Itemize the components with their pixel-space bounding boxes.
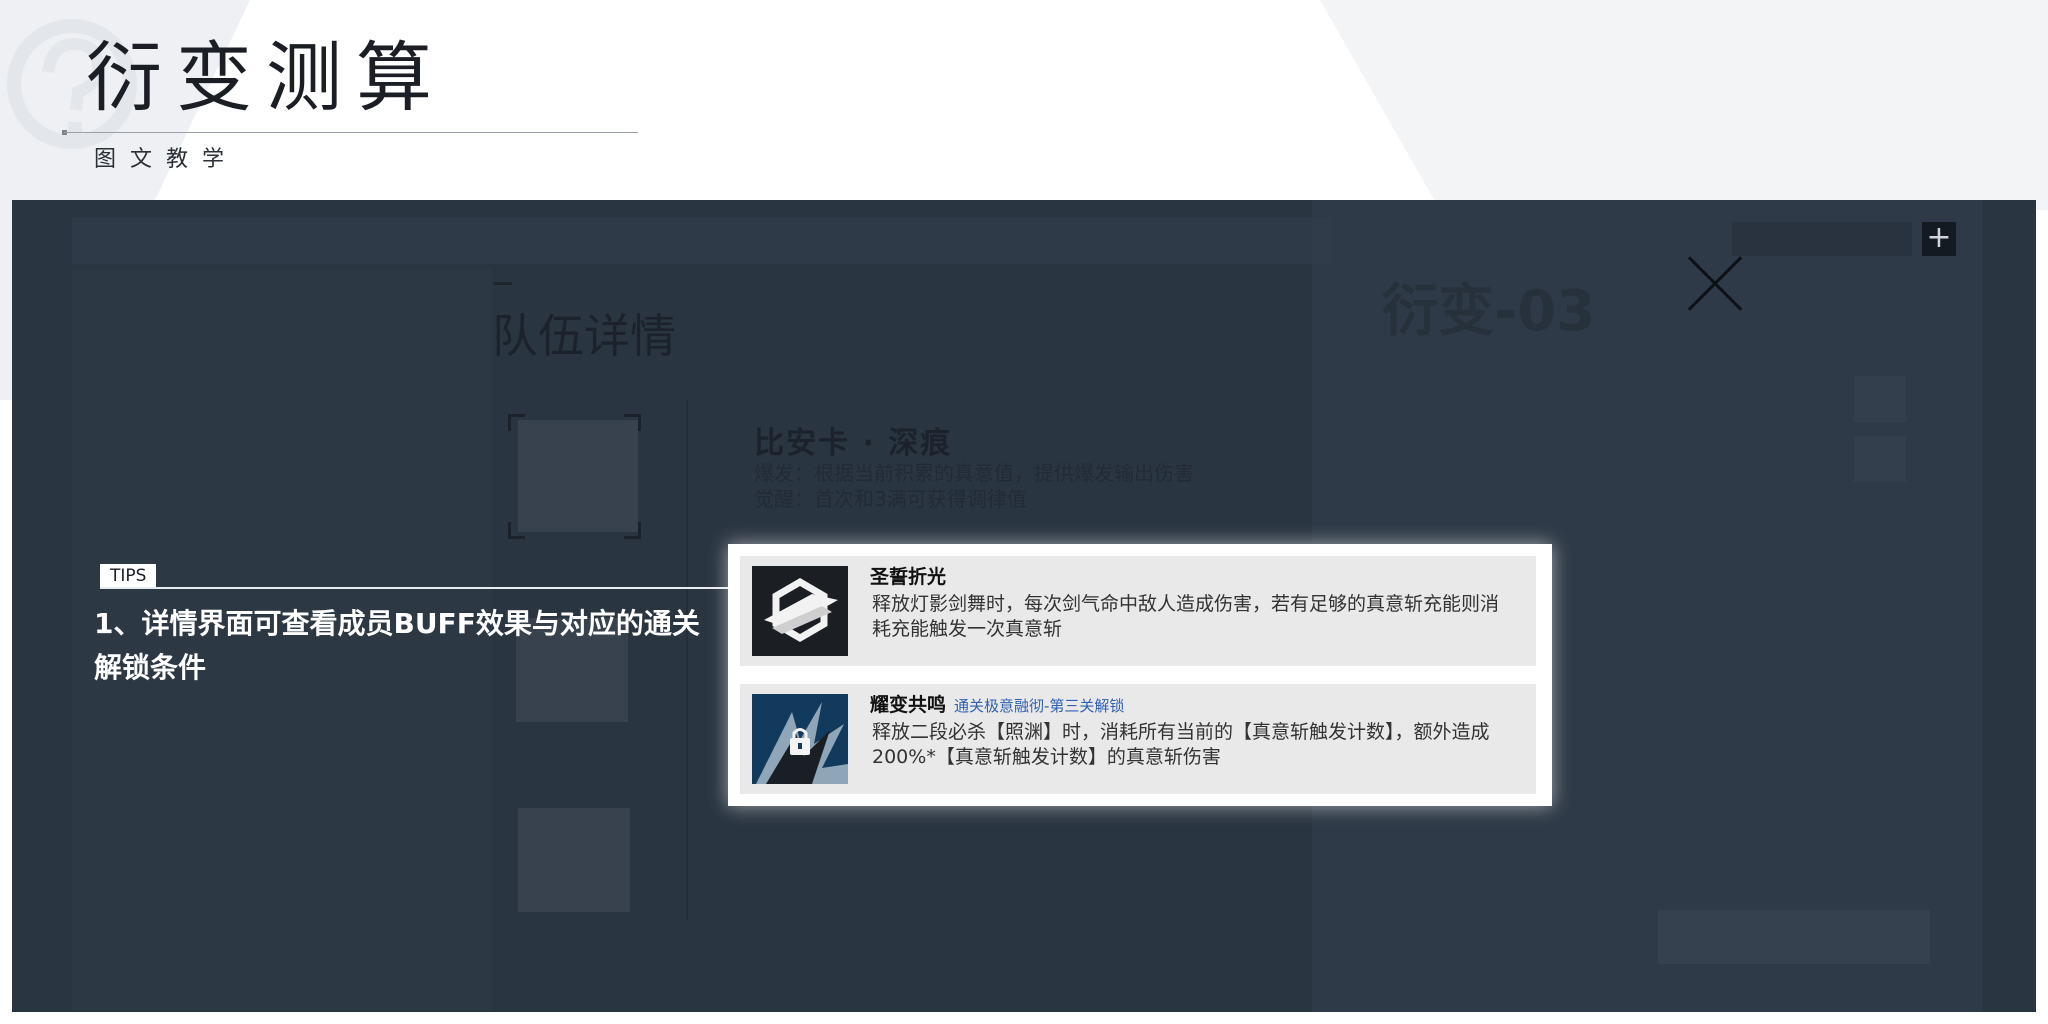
resource-counter bbox=[1732, 222, 1912, 256]
portrait-bracket-bl bbox=[508, 522, 525, 539]
member-portrait-1[interactable] bbox=[518, 420, 638, 532]
tips-tag: TIPS bbox=[100, 564, 157, 588]
add-button[interactable]: + bbox=[1922, 222, 1956, 256]
skill-title: 耀变共鸣 通关极意融彻-第三关解锁 bbox=[870, 690, 1124, 717]
member-desc-line: 爆发：根据当前积累的真意值，提供爆发输出伤害 bbox=[754, 461, 1194, 485]
skill-row[interactable]: 耀变共鸣 通关极意融彻-第三关解锁 释放二段必杀【照渊】时，消耗所有当前的【真意斩… bbox=[740, 684, 1536, 794]
member-portrait-3[interactable] bbox=[518, 808, 630, 912]
side-chip-1[interactable] bbox=[1854, 376, 1906, 422]
close-icon[interactable] bbox=[1684, 252, 1746, 314]
portrait-bracket-tl bbox=[508, 414, 525, 431]
tips-pointer-line bbox=[100, 587, 740, 589]
tips-text: 1、详情界面可查看成员BUFF效果与对应的通关解锁条件 bbox=[94, 607, 700, 684]
team-details-title: 队伍详情 bbox=[492, 309, 676, 363]
confirm-button[interactable] bbox=[1658, 910, 1930, 964]
background-shape-right bbox=[1320, 0, 2048, 210]
stage-label: 衍变-03 bbox=[1382, 279, 1596, 344]
team-title-accent bbox=[494, 282, 512, 285]
hexagon-light-icon bbox=[752, 566, 848, 656]
page-title: 衍变测算 bbox=[86, 33, 446, 122]
portrait-bracket-br bbox=[624, 522, 641, 539]
member-name: 比安卡 · 深痕 bbox=[754, 426, 953, 461]
unlock-condition: 通关极意融彻-第三关解锁 bbox=[954, 697, 1125, 715]
skill-name: 耀变共鸣 bbox=[870, 694, 947, 716]
portrait-bracket-tr bbox=[624, 414, 641, 431]
page-subtitle: 图文教学 bbox=[94, 147, 239, 172]
side-chip-2[interactable] bbox=[1854, 436, 1906, 482]
member-desc-line: 觉醒：首次和3满可获得调律值 bbox=[754, 487, 1027, 511]
skill-description: 释放灯影剑舞时，每次剑气命中敌人造成伤害，若有足够的真意斩充能则消耗充能触发一次… bbox=[872, 593, 1500, 640]
skill-description: 释放二段必杀【照渊】时，消耗所有当前的【真意斩触发计数】，额外造成200%*【真… bbox=[872, 721, 1490, 768]
game-top-bar bbox=[72, 218, 1332, 264]
member-description: 爆发：根据当前积累的真意值，提供爆发输出伤害 觉醒：首次和3满可获得调律值 bbox=[754, 460, 1194, 512]
skill-row[interactable]: 圣誓折光 释放灯影剑舞时，每次剑气命中敌人造成伤害，若有足够的真意斩充能则消耗充… bbox=[740, 556, 1536, 666]
skill-name: 圣誓折光 bbox=[870, 566, 947, 588]
burst-locked-icon bbox=[752, 694, 848, 784]
title-underline bbox=[64, 132, 638, 133]
buff-card: 圣誓折光 释放灯影剑舞时，每次剑气命中敌人造成伤害，若有足够的真意斩充能则消耗充… bbox=[728, 544, 1552, 806]
skill-title: 圣誓折光 bbox=[870, 562, 946, 589]
game-screenshot: 队伍详情 比安卡 · 深痕 爆发：根据当前积累的真意值，提供爆发输出伤害 觉醒：… bbox=[12, 200, 2036, 1012]
